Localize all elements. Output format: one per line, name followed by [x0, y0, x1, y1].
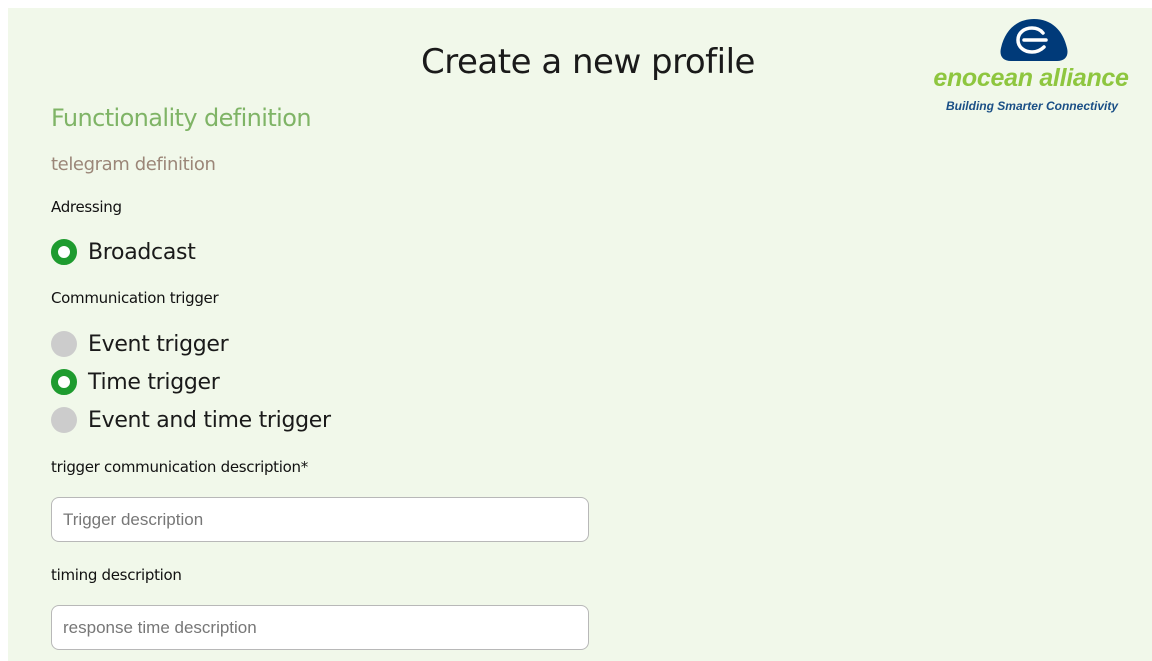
communication-trigger-label: Communication trigger	[51, 289, 219, 307]
radio-label: Broadcast	[88, 239, 196, 265]
radio-label: Event and time trigger	[88, 407, 331, 433]
addressing-label: Adressing	[51, 198, 122, 216]
radio-unchecked-icon	[51, 407, 77, 433]
radio-checked-icon	[51, 369, 77, 395]
timing-description-label: timing description	[51, 566, 182, 584]
radio-broadcast[interactable]: Broadcast	[51, 237, 196, 267]
logo-name: enocean alliance	[933, 64, 1129, 92]
trigger-description-input[interactable]	[51, 497, 589, 542]
enocean-logo-icon	[1000, 19, 1068, 61]
timing-description-input[interactable]	[51, 605, 589, 650]
radio-label: Time trigger	[88, 369, 220, 395]
radio-unchecked-icon	[51, 331, 77, 357]
section-title: Functionality definition	[51, 104, 312, 132]
radio-event-and-time-trigger[interactable]: Event and time trigger	[51, 405, 331, 435]
form-panel: Create a new profile enocean alliance Bu…	[8, 8, 1152, 661]
subsection-title: telegram definition	[51, 154, 216, 175]
trigger-description-label: trigger communication description*	[51, 458, 308, 476]
radio-checked-icon	[51, 239, 77, 265]
radio-event-trigger[interactable]: Event trigger	[51, 329, 229, 359]
logo-tagline: Building Smarter Connectivity	[945, 99, 1118, 113]
radio-time-trigger[interactable]: Time trigger	[51, 367, 220, 397]
enocean-logo: enocean alliance Building Smarter Connec…	[926, 14, 1132, 114]
radio-label: Event trigger	[88, 331, 229, 357]
